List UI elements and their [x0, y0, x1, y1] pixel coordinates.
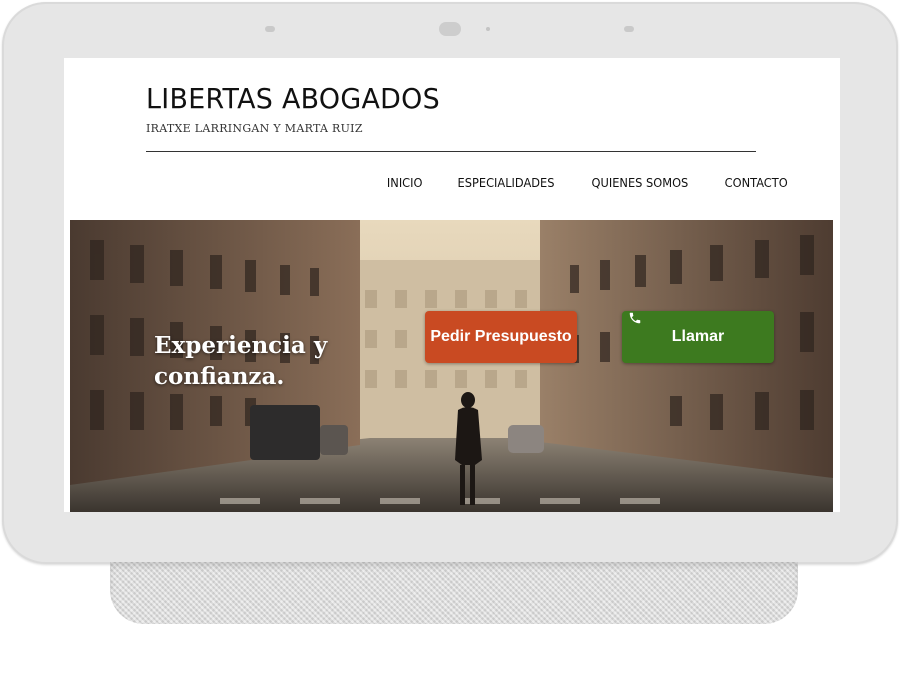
site-title[interactable]: LIBERTAS ABOGADOS	[146, 82, 440, 115]
camera-icon	[439, 22, 461, 36]
microphone-dot	[486, 27, 490, 31]
smart-display-frame: LIBERTAS ABOGADOS IRATXE LARRINGAN Y MAR…	[2, 2, 898, 564]
site-subtitle: IRATXE LARRINGAN Y MARTA RUIZ	[146, 122, 363, 135]
nav-item-especialidades[interactable]: ESPECIALIDADES	[443, 176, 570, 190]
request-quote-label: Pedir Presupuesto	[430, 328, 572, 345]
call-button[interactable]: Llamar	[622, 311, 774, 363]
nav-item-contacto[interactable]: CONTACTO	[710, 176, 803, 190]
phone-icon	[629, 312, 641, 324]
nav-item-quienes-somos[interactable]: QUIENES SOMOS	[577, 176, 704, 190]
request-quote-button[interactable]: Pedir Presupuesto	[425, 311, 577, 363]
device-screen: LIBERTAS ABOGADOS IRATXE LARRINGAN Y MAR…	[64, 58, 840, 512]
main-navigation: INICIO ESPECIALIDADES QUIENES SOMOS CONT…	[370, 176, 806, 190]
nav-item-inicio[interactable]: INICIO	[372, 176, 438, 190]
hero-headline: Experiencia y confianza.	[154, 332, 328, 390]
header-divider	[146, 151, 756, 152]
hero-banner: Experiencia y confianza. Pedir Presupues…	[70, 220, 833, 512]
speaker-base	[110, 562, 798, 624]
sensor-left	[265, 26, 275, 32]
sensor-right	[624, 26, 634, 32]
call-button-label: Llamar	[671, 328, 725, 345]
